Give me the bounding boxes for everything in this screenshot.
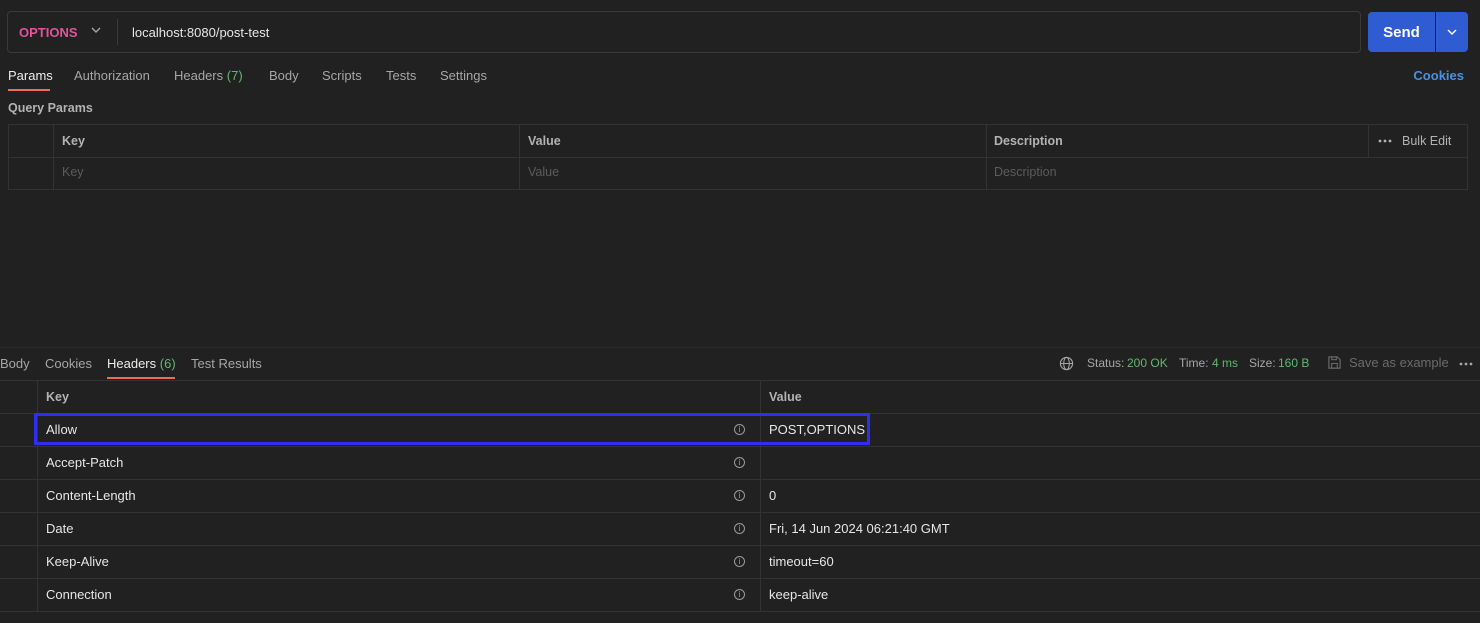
tab-authorization[interactable]: Authorization [74, 68, 150, 83]
column-divider [1368, 125, 1369, 157]
row-divider [0, 512, 1480, 513]
column-divider [53, 125, 54, 189]
active-tab-indicator [107, 377, 175, 379]
save-as-example-label: Save as example [1349, 355, 1449, 370]
method-select[interactable]: OPTIONS [19, 25, 78, 40]
header-key: Connection [46, 587, 112, 602]
header-key: Content-Length [46, 488, 136, 503]
header-key: Date [46, 521, 74, 536]
column-header-value: Value [769, 390, 802, 404]
column-divider [986, 125, 987, 189]
tab-body[interactable]: Body [269, 68, 299, 83]
header-value: keep-alive [769, 587, 829, 602]
table-divider [0, 380, 1480, 381]
cookies-link[interactable]: Cookies [1413, 68, 1464, 83]
query-params-title: Query Params [8, 101, 93, 115]
globe-icon[interactable] [1059, 356, 1074, 371]
highlight-box [34, 413, 870, 445]
row-divider [0, 479, 1480, 480]
response-tab-headers-count: (6) [159, 356, 176, 371]
header-value: 0 [769, 488, 777, 503]
url-divider [117, 19, 118, 45]
save-icon [1328, 356, 1341, 369]
tab-scripts[interactable]: Scripts [322, 68, 362, 83]
chevron-down-icon[interactable] [90, 24, 102, 36]
active-tab-indicator [8, 89, 50, 91]
column-header-key: Key [62, 134, 85, 148]
time-label: Time: [1179, 356, 1209, 370]
tab-headers-count: (7) [226, 68, 243, 83]
row-divider [0, 446, 1480, 447]
row-divider [0, 611, 1480, 612]
column-header-value: Value [528, 134, 561, 148]
url-input[interactable]: localhost:8080/post-test [132, 25, 269, 40]
response-tab-headers[interactable]: Headers (6) [107, 356, 176, 371]
header-value: Fri, 14 Jun 2024 06:21:40 GMT [769, 521, 950, 536]
tab-headers-label: Headers [174, 68, 224, 83]
tab-settings[interactable]: Settings [440, 68, 487, 83]
info-icon[interactable]: i [734, 556, 745, 567]
column-header-key: Key [46, 390, 69, 404]
header-key: Keep-Alive [46, 554, 109, 569]
row-divider [0, 578, 1480, 579]
value-input[interactable]: Value [528, 165, 559, 179]
column-divider [519, 125, 520, 189]
response-tab-body[interactable]: Body [0, 356, 30, 371]
size-value[interactable]: 160 B [1278, 356, 1309, 370]
pane-divider[interactable] [0, 347, 1480, 348]
tab-params[interactable]: Params [8, 68, 53, 83]
save-as-example-button[interactable]: Save as example [1327, 355, 1449, 370]
send-options-button[interactable] [1436, 12, 1468, 52]
info-icon[interactable]: i [734, 523, 745, 534]
header-key: Accept-Patch [46, 455, 124, 470]
response-tab-cookies[interactable]: Cookies [45, 356, 92, 371]
row-divider [0, 545, 1480, 546]
header-value: timeout=60 [769, 554, 834, 569]
size-label: Size: [1249, 356, 1276, 370]
response-tab-test-results[interactable]: Test Results [191, 356, 262, 371]
send-button[interactable]: Send [1368, 12, 1435, 52]
key-input[interactable]: Key [62, 165, 84, 179]
response-tab-headers-label: Headers [107, 356, 157, 371]
info-icon[interactable]: i [734, 490, 745, 501]
status-value[interactable]: 200 OK [1127, 356, 1168, 370]
bulk-edit-button[interactable]: Bulk Edit [1378, 134, 1451, 148]
time-value[interactable]: 4 ms [1212, 356, 1238, 370]
more-horizontal-icon[interactable] [1459, 362, 1473, 366]
bulk-edit-label: Bulk Edit [1402, 134, 1452, 148]
info-icon[interactable]: i [734, 457, 745, 468]
tab-tests[interactable]: Tests [386, 68, 416, 83]
tab-headers[interactable]: Headers (7) [174, 68, 243, 83]
status-label: Status: [1087, 356, 1125, 370]
description-input[interactable]: Description [994, 165, 1057, 179]
more-horizontal-icon [1378, 139, 1392, 143]
info-icon[interactable]: i [734, 589, 745, 600]
table-divider [9, 157, 1467, 158]
chevron-down-icon [1447, 29, 1457, 36]
column-header-description: Description [994, 134, 1063, 148]
